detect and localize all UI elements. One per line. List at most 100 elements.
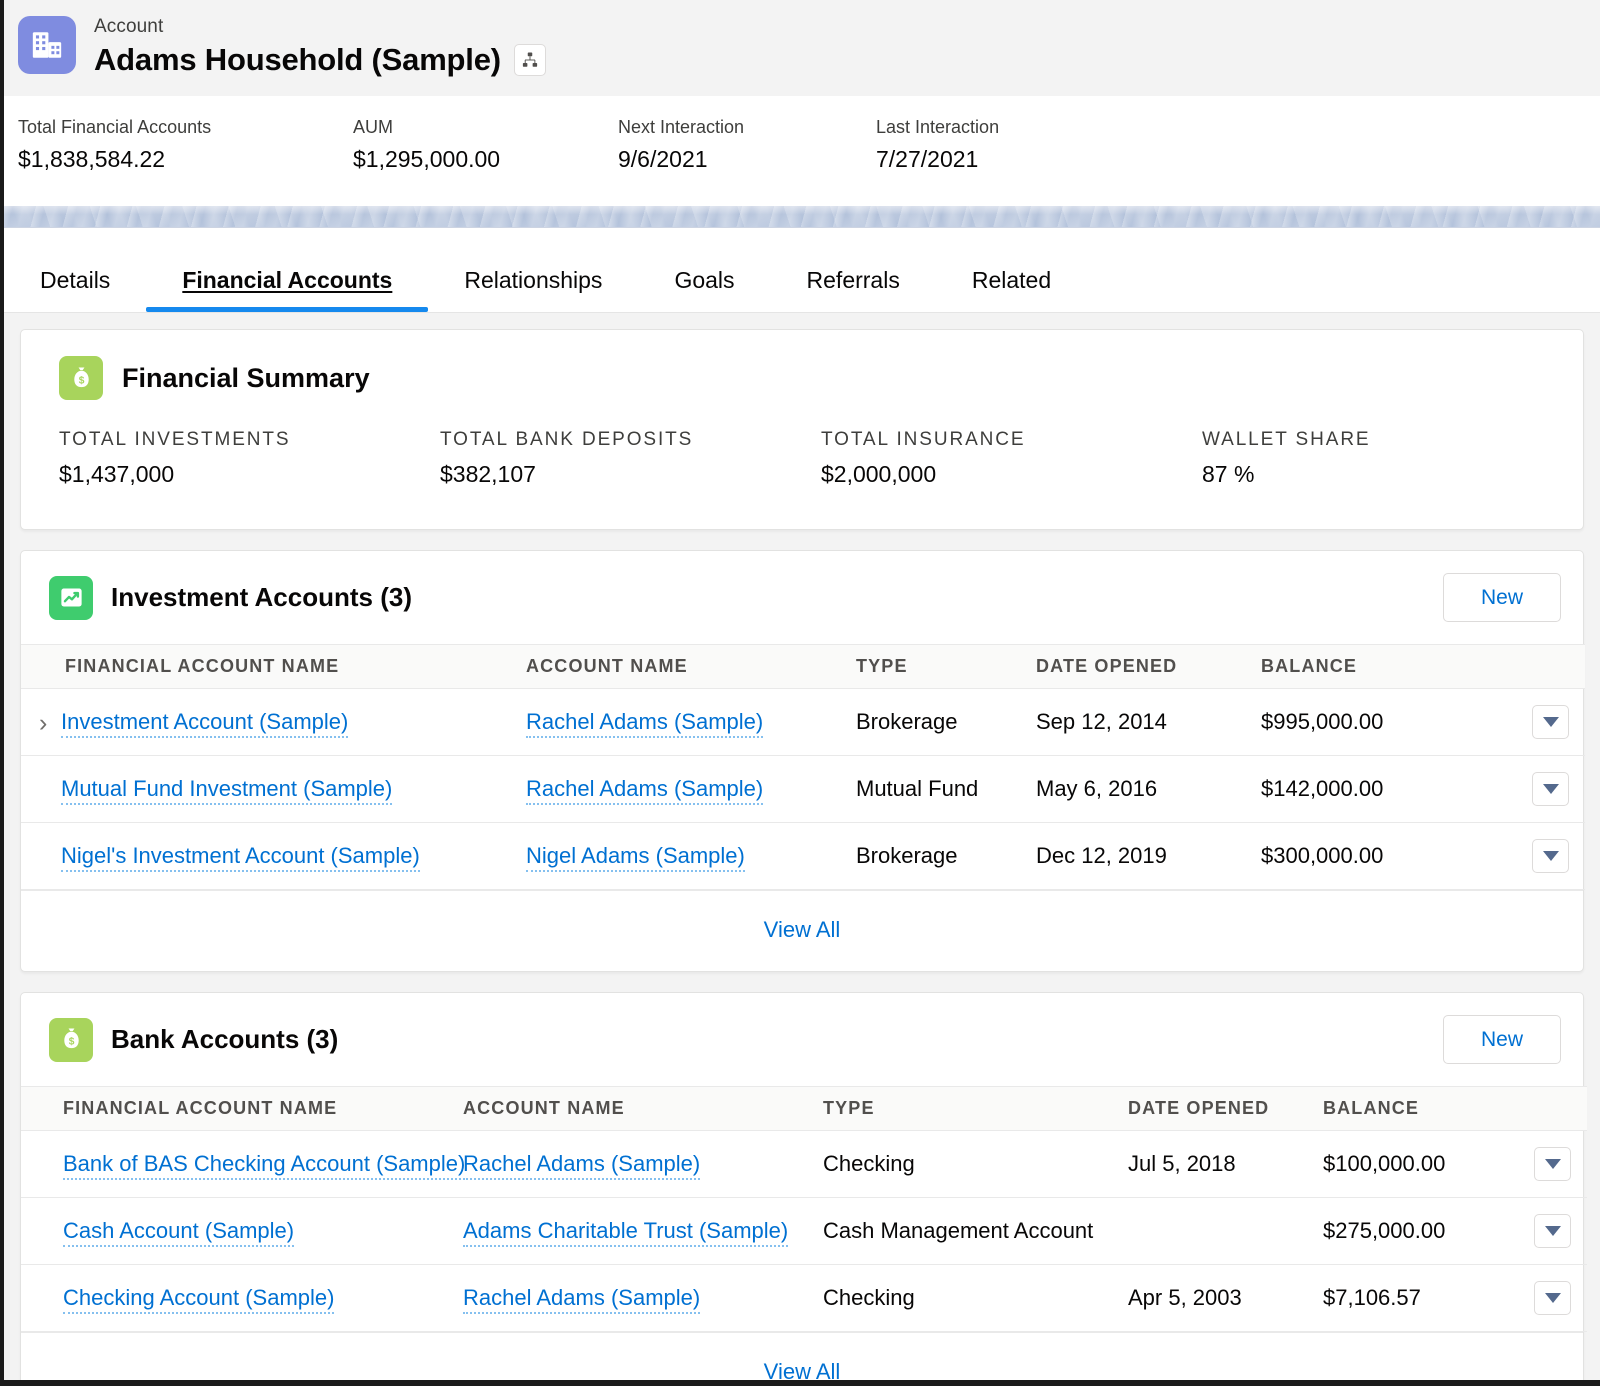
column-header-balance[interactable]: Balance <box>1323 1087 1523 1131</box>
account-link[interactable]: Nigel Adams (Sample) <box>526 843 745 872</box>
cell-date-opened: Sep 12, 2014 <box>1036 689 1261 756</box>
highlight-value: $1,295,000.00 <box>353 143 598 175</box>
highlight-label: Total Financial Accounts <box>18 114 333 141</box>
hierarchy-icon <box>521 51 539 69</box>
account-link[interactable]: Rachel Adams (Sample) <box>526 776 763 805</box>
highlight-value: 9/6/2021 <box>618 143 856 175</box>
view-all-link[interactable]: View All <box>764 917 841 942</box>
highlight-field-last-interaction: Last Interaction 7/27/2021 <box>876 114 1019 206</box>
account-link[interactable]: Rachel Adams (Sample) <box>463 1285 700 1314</box>
trend-chart-icon <box>49 576 93 620</box>
metric-value: $1,437,000 <box>59 458 440 491</box>
financial-account-link[interactable]: Investment Account (Sample) <box>61 709 348 738</box>
record-page: Account Adams Household (Sample) <box>0 0 1600 1386</box>
column-header-financial-account-name[interactable]: Financial Account Name <box>21 1087 463 1131</box>
financial-account-link[interactable]: Nigel's Investment Account (Sample) <box>61 843 420 872</box>
svg-text:$: $ <box>68 1037 74 1048</box>
bank-accounts-card: $ Bank Accounts (3) New Financial Accoun… <box>20 992 1584 1386</box>
view-all-link[interactable]: View All <box>764 1359 841 1384</box>
metric-label: Wallet Share <box>1202 427 1583 453</box>
column-header-account-name[interactable]: Account Name <box>463 1087 823 1131</box>
financial-account-link[interactable]: Cash Account (Sample) <box>63 1218 294 1247</box>
account-link[interactable]: Rachel Adams (Sample) <box>526 709 763 738</box>
cell-financial-account-name: Cash Account (Sample) <box>21 1198 463 1265</box>
tab-relationships[interactable]: Relationships <box>428 265 638 312</box>
record-header: Account Adams Household (Sample) <box>4 0 1600 96</box>
investment-accounts-table: Financial Account Name Account Name Type… <box>21 644 1585 890</box>
financial-account-link[interactable]: Mutual Fund Investment (Sample) <box>61 776 392 805</box>
cell-account-name: Rachel Adams (Sample) <box>463 1265 823 1332</box>
cell-row-actions <box>1501 756 1585 823</box>
cell-account-name: Rachel Adams (Sample) <box>463 1131 823 1198</box>
page-title: Adams Household (Sample) <box>94 41 501 79</box>
cell-row-actions <box>1523 1265 1587 1332</box>
row-actions-button[interactable] <box>1534 1281 1571 1315</box>
money-bag-icon: $ <box>59 356 103 400</box>
cell-account-name: Rachel Adams (Sample) <box>526 689 856 756</box>
column-header-type[interactable]: Type <box>856 645 1036 689</box>
tab-referrals[interactable]: Referrals <box>771 265 936 312</box>
new-bank-account-button[interactable]: New <box>1443 1015 1561 1064</box>
metric-label: Total Bank Deposits <box>440 427 821 453</box>
column-header-account-name[interactable]: Account Name <box>526 645 856 689</box>
metric-total-insurance: Total Insurance $2,000,000 <box>821 427 1202 491</box>
cell-balance: $142,000.00 <box>1261 756 1501 823</box>
column-header-balance[interactable]: Balance <box>1261 645 1501 689</box>
row-actions-button[interactable] <box>1532 772 1569 806</box>
svg-text:$: $ <box>78 375 84 386</box>
cell-financial-account-name: Bank of BAS Checking Account (Sample) <box>21 1131 463 1198</box>
bank-accounts-table: Financial Account Name Account Name Type… <box>21 1086 1587 1332</box>
row-actions-button[interactable] <box>1534 1214 1571 1248</box>
investment-accounts-view-all-row: View All <box>21 890 1583 971</box>
account-link[interactable]: Adams Charitable Trust (Sample) <box>463 1218 788 1247</box>
highlight-field-next-interaction: Next Interaction 9/6/2021 <box>618 114 876 206</box>
chevron-down-icon <box>1545 1226 1561 1236</box>
financial-summary-title: Financial Summary <box>122 363 370 394</box>
column-header-type[interactable]: Type <box>823 1087 1128 1131</box>
bank-accounts-view-all-row: View All <box>21 1332 1583 1386</box>
tab-details[interactable]: Details <box>18 265 146 312</box>
cell-financial-account-name: ›Investment Account (Sample) <box>21 689 526 756</box>
cell-type: Brokerage <box>856 689 1036 756</box>
investment-accounts-title: Investment Accounts (3) <box>111 582 412 613</box>
cell-balance: $275,000.00 <box>1323 1198 1523 1265</box>
table-row: Checking Account (Sample) Rachel Adams (… <box>21 1265 1587 1332</box>
column-header-financial-account-name[interactable]: Financial Account Name <box>21 645 526 689</box>
investment-accounts-card: Investment Accounts (3) New Financial Ac… <box>20 550 1584 972</box>
row-actions-button[interactable] <box>1532 705 1569 739</box>
cell-row-actions <box>1523 1131 1587 1198</box>
cell-row-actions <box>1501 689 1585 756</box>
row-actions-button[interactable] <box>1534 1147 1571 1181</box>
cell-balance: $7,106.57 <box>1323 1265 1523 1332</box>
column-header-date-opened[interactable]: Date Opened <box>1036 645 1261 689</box>
cell-type: Cash Management Account <box>823 1198 1128 1265</box>
highlights-panel: Total Financial Accounts $1,838,584.22 A… <box>4 96 1600 206</box>
page-body: $ Financial Summary Total Investments $1… <box>4 313 1600 1386</box>
financial-account-link[interactable]: Bank of BAS Checking Account (Sample) <box>63 1151 465 1180</box>
building-icon <box>18 16 76 74</box>
metric-label: Total Insurance <box>821 427 1202 453</box>
expand-chevron-icon[interactable]: › <box>39 711 57 736</box>
tab-goals[interactable]: Goals <box>638 265 770 312</box>
cell-row-actions <box>1501 823 1585 890</box>
hierarchy-button[interactable] <box>514 44 546 76</box>
table-row: ›Mutual Fund Investment (Sample) Rachel … <box>21 756 1585 823</box>
table-header-row: Financial Account Name Account Name Type… <box>21 1087 1587 1131</box>
highlight-label: AUM <box>353 114 598 141</box>
highlight-value: 7/27/2021 <box>876 143 999 175</box>
tab-financial-accounts[interactable]: Financial Accounts <box>146 265 428 312</box>
cell-type: Checking <box>823 1265 1128 1332</box>
cell-balance: $300,000.00 <box>1261 823 1501 890</box>
financial-summary-card: $ Financial Summary Total Investments $1… <box>20 329 1584 530</box>
account-link[interactable]: Rachel Adams (Sample) <box>463 1151 700 1180</box>
new-investment-account-button[interactable]: New <box>1443 573 1561 622</box>
metric-wallet-share: Wallet Share 87 % <box>1202 427 1583 491</box>
highlight-field-aum: AUM $1,295,000.00 <box>353 114 618 206</box>
cell-account-name: Nigel Adams (Sample) <box>526 823 856 890</box>
cell-financial-account-name: Checking Account (Sample) <box>21 1265 463 1332</box>
tab-related[interactable]: Related <box>936 265 1087 312</box>
table-row: Cash Account (Sample) Adams Charitable T… <box>21 1198 1587 1265</box>
row-actions-button[interactable] <box>1532 839 1569 873</box>
financial-account-link[interactable]: Checking Account (Sample) <box>63 1285 334 1314</box>
column-header-date-opened[interactable]: Date Opened <box>1128 1087 1323 1131</box>
